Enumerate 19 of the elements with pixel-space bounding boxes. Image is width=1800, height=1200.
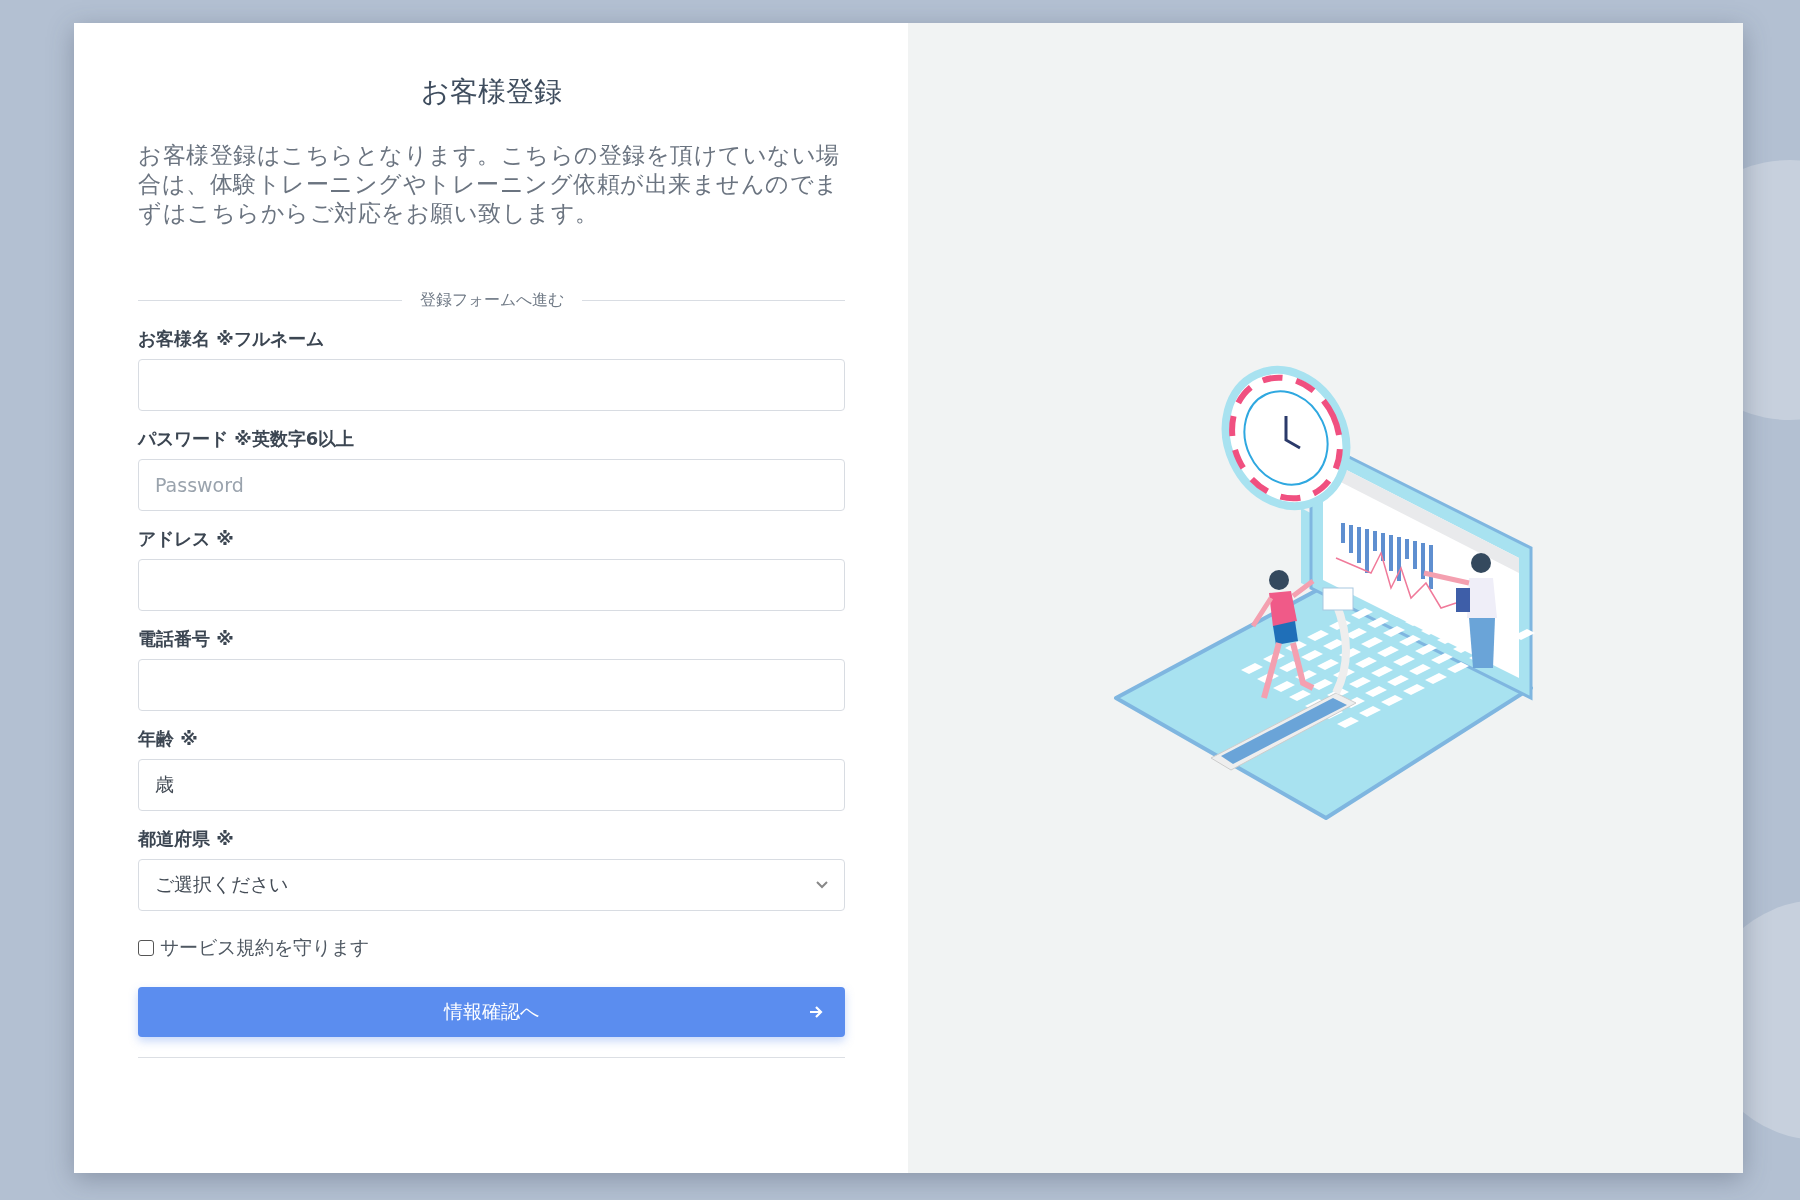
form-title: お客様登録 [421,74,562,110]
field-label: アドレス ※ [138,527,234,551]
field-label: パスワード ※英数字6以上 [138,427,355,451]
input-field[interactable] [138,659,845,711]
checkbox[interactable] [138,940,154,956]
arrow-right-icon [809,1005,823,1019]
input-field[interactable]: 歳 [138,759,845,811]
select-field[interactable]: ご選択ください [138,859,845,911]
divider-label: 登録フォームへ進む [419,290,564,311]
field-label: 電話番号 ※ [138,627,234,651]
chevron-down-icon [816,881,828,889]
input-field[interactable]: Password [138,459,845,511]
input-field[interactable] [138,559,845,611]
field-label: お客様名 ※フルネーム [138,327,324,351]
checkbox-label: サービス規約を守ります [160,935,369,960]
field-label: 都道府県 ※ [138,827,234,851]
intro-paragraph: お客様登録はこちらとなります。こちらの登録を頂けていない場合は、体験トレーニングやトレーニング依頼が出来ませんのでまずはこちらからご対応をお願い致します。 [138,141,841,228]
field-label: 年齢 ※ [138,727,198,751]
input-field[interactable] [138,359,845,411]
